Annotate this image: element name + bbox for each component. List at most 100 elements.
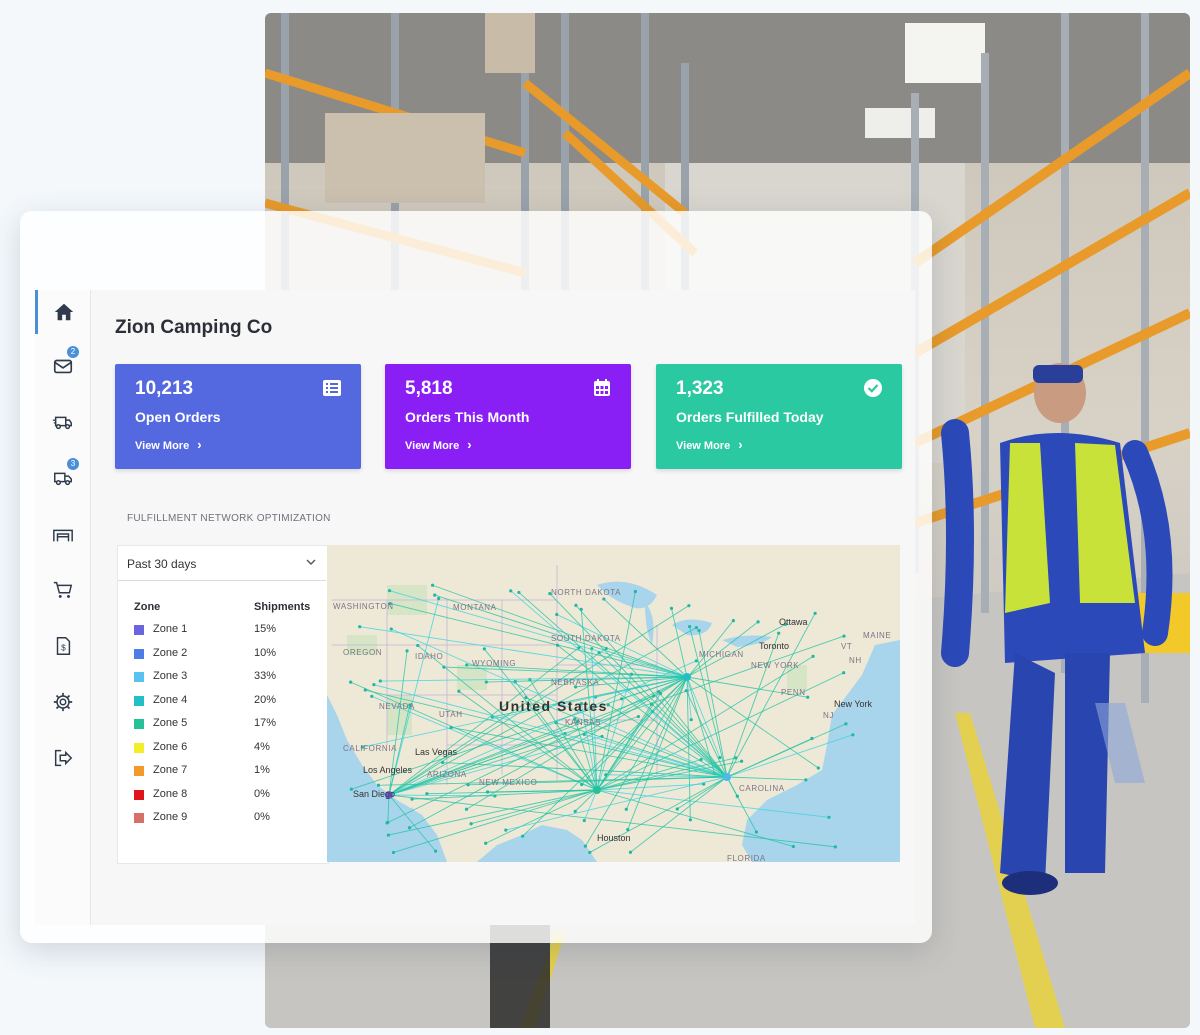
legend-row: Zone 9 0% <box>118 810 326 830</box>
route-endpoint <box>810 736 814 741</box>
route-endpoint <box>485 790 490 794</box>
zone-legend: Past 30 days Zone Shipments Zone 1 15% Zon… <box>117 545 329 864</box>
sidebar-item-billing[interactable]: $ <box>35 624 90 668</box>
map-label: CALIFORNIA <box>343 744 397 753</box>
zone-name: Zone 8 <box>153 787 188 800</box>
map-label: MICHIGAN <box>699 650 744 659</box>
zone-shipments: 4% <box>254 740 270 753</box>
stat-card-fulfilled-today[interactable]: 1,323 Orders Fulfilled Today View More › <box>656 364 902 469</box>
map-label: ARIZONA <box>427 770 467 779</box>
route-endpoint <box>434 849 438 853</box>
map-label: PENN <box>781 688 806 697</box>
check-circle-icon <box>864 379 882 397</box>
route-endpoint <box>430 583 435 587</box>
map-label: United States <box>499 698 608 714</box>
map-label: NH <box>849 656 862 665</box>
zone-shipments: 15% <box>254 623 277 635</box>
route-endpoint <box>688 625 692 629</box>
fulfillment-hub-marker[interactable] <box>683 673 691 681</box>
route-endpoint <box>580 782 584 787</box>
route-endpoint <box>688 818 692 822</box>
route-endpoint <box>694 626 699 630</box>
route-endpoint <box>827 815 831 819</box>
route-endpoint <box>437 596 441 601</box>
route-endpoint <box>582 818 586 823</box>
map-label: Los Angeles <box>363 765 413 775</box>
legend-row: Zone 1 15% <box>118 622 326 642</box>
sidebar-item-shipping[interactable] <box>35 400 90 444</box>
stat-card-orders-month[interactable]: 5,818 Orders This Month View More › <box>385 364 631 469</box>
zone-name: Zone 7 <box>153 764 188 776</box>
sidebar: 2 3 $ <box>35 290 91 925</box>
view-more-label: View More <box>135 440 190 452</box>
map-label: VT <box>841 642 852 651</box>
zone-name: Zone 4 <box>153 693 188 706</box>
route-endpoint <box>391 850 396 855</box>
legend-row: Zone 2 10% <box>118 646 326 666</box>
route-endpoint <box>777 631 781 635</box>
stat-label: Open Orders <box>135 409 221 425</box>
date-range-select[interactable]: Past 30 days <box>118 546 326 581</box>
route-endpoint <box>372 683 376 687</box>
legend-row: Zone 4 20% <box>118 693 326 713</box>
chevron-down-icon <box>306 559 316 565</box>
map-label: NEBRASKA <box>551 678 599 687</box>
company-name: Zion Camping Co <box>115 317 273 338</box>
route-endpoint <box>466 783 470 787</box>
zone-name: Zone 6 <box>153 740 188 753</box>
zone-name: Zone 9 <box>153 811 188 823</box>
map-label: San Diego <box>353 789 395 799</box>
legend-row: Zone 5 17% <box>118 716 326 736</box>
zone-color-swatch <box>134 695 144 706</box>
route-endpoint <box>687 604 691 608</box>
sidebar-item-deliveries[interactable]: 3 <box>35 456 90 500</box>
truck-icon <box>53 472 72 486</box>
view-more-link[interactable]: View More › <box>676 437 743 452</box>
fulfillment-map[interactable]: WASHINGTON MONTANA NORTH DAKOTA OREGON IDAHO… <box>327 545 900 862</box>
view-more-link[interactable]: View More › <box>135 437 202 452</box>
route-endpoint <box>842 634 846 638</box>
map-label: Houston <box>597 833 631 843</box>
list-icon <box>323 380 341 396</box>
sidebar-item-logout[interactable] <box>35 736 90 780</box>
route-endpoint <box>521 834 525 838</box>
route-endpoint <box>620 697 624 701</box>
route-endpoint <box>484 680 488 684</box>
sidebar-item-home[interactable] <box>35 290 90 334</box>
date-range-value: Past 30 days <box>127 557 197 571</box>
route-endpoint <box>806 695 810 699</box>
zone-color-swatch <box>134 648 144 659</box>
invoice-icon: $ <box>56 637 70 655</box>
zone-color-swatch <box>134 766 144 776</box>
view-more-link[interactable]: View More › <box>405 437 472 452</box>
svg-text:$: $ <box>61 644 66 653</box>
map-label: KANSAS <box>565 718 601 727</box>
sidebar-item-warehouse[interactable] <box>35 512 90 556</box>
route-endpoint <box>811 654 815 659</box>
route-endpoint <box>573 809 577 813</box>
sidebar-item-orders[interactable] <box>35 568 90 612</box>
map-label: NEVADA <box>379 702 415 711</box>
fulfillment-hub-marker[interactable] <box>723 773 731 781</box>
sidebar-item-settings[interactable] <box>35 680 90 724</box>
zone-color-swatch <box>134 742 144 753</box>
route-endpoint <box>442 665 446 669</box>
route-endpoint <box>602 597 606 601</box>
fulfillment-hub-marker[interactable] <box>593 786 601 794</box>
zone-shipments: 17% <box>254 717 277 729</box>
route-endpoint <box>636 714 641 719</box>
map-label: WYOMING <box>472 659 516 668</box>
zone-shipments: 20% <box>254 693 277 706</box>
route-endpoint <box>509 589 513 593</box>
stat-card-open-orders[interactable]: 10,213 Open Orders View More › <box>115 364 361 469</box>
calendar-icon <box>594 379 610 396</box>
zone-name: Zone 1 <box>153 623 188 635</box>
route-endpoint <box>604 773 608 777</box>
route-endpoint <box>449 725 453 730</box>
sidebar-item-messages[interactable]: 2 <box>35 344 90 388</box>
route-endpoint <box>464 807 469 811</box>
route-endpoint <box>813 611 817 615</box>
route-endpoint <box>735 794 739 798</box>
zone-shipments: 0% <box>254 811 270 823</box>
messages-badge: 2 <box>67 346 79 358</box>
